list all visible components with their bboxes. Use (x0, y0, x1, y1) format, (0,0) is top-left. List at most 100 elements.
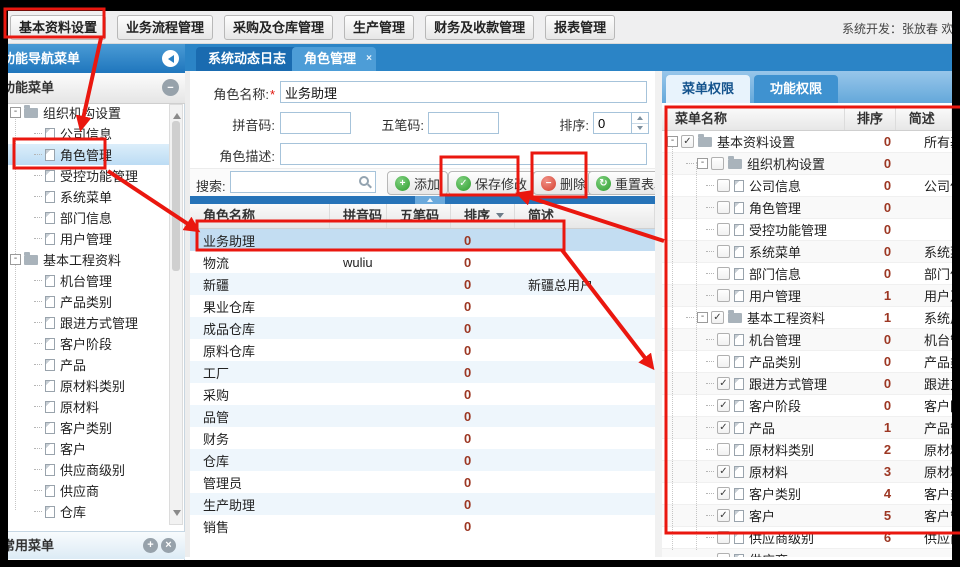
table-row[interactable]: 品管0 (190, 405, 655, 427)
permission-tree-row[interactable]: ✓原材料3原材料 (662, 461, 952, 483)
add-favorite-icon[interactable]: + (143, 538, 158, 553)
permission-tree-row[interactable]: 受控功能管理0 (662, 219, 952, 241)
sidebar-tree-item[interactable]: 部门信息 (8, 207, 169, 228)
vertical-splitter[interactable] (655, 71, 662, 557)
checkbox-unchecked[interactable] (717, 245, 730, 258)
checkbox-unchecked[interactable] (717, 267, 730, 280)
checkbox-checked[interactable]: ✓ (717, 377, 730, 390)
checkbox-checked[interactable]: ✓ (711, 311, 724, 324)
table-row[interactable]: 财务0 (190, 427, 655, 449)
checkbox-unchecked[interactable] (717, 223, 730, 236)
sidebar-tree-item[interactable]: 角色管理 (8, 144, 169, 165)
permission-tree-row[interactable]: 用户管理1用户及 (662, 285, 952, 307)
permission-tree-row[interactable]: 原材料类别2原材料 (662, 439, 952, 461)
close-panel-icon[interactable]: × (161, 538, 176, 553)
sidebar-tree-item[interactable]: 供应商级别 (8, 459, 169, 480)
tab-function-permissions[interactable]: 功能权限 (754, 75, 838, 103)
top-menu-item[interactable]: 业务流程管理 (117, 15, 213, 40)
table-row[interactable]: 新疆0新疆总用户 (190, 273, 655, 295)
tab-menu-permissions[interactable]: 菜单权限 (666, 75, 750, 103)
table-row[interactable]: 销售0 (190, 515, 655, 537)
sidebar-collapse-button[interactable] (162, 50, 179, 67)
permission-tree-row[interactable]: ✓客户阶段0客户阶 (662, 395, 952, 417)
permission-tree-row[interactable]: ✓客户类别4客户类 (662, 483, 952, 505)
column-header[interactable]: 菜单名称 (662, 108, 845, 130)
table-row[interactable]: 仓库0 (190, 449, 655, 471)
sidebar-tree-item[interactable]: 系统菜单 (8, 186, 169, 207)
column-header[interactable]: 角色名称 (190, 204, 330, 228)
search-input[interactable] (230, 171, 376, 193)
table-row[interactable]: 原料仓库0 (190, 339, 655, 361)
tab-system-log[interactable]: 系统动态日志 (196, 47, 298, 71)
checkbox-checked[interactable]: ✓ (681, 135, 694, 148)
permission-tree-row[interactable]: -✓基本工程资料1系统用 (662, 307, 952, 329)
column-header[interactable]: 五笔码 (387, 204, 451, 228)
sidebar-tree-item[interactable]: 产品 (8, 354, 169, 375)
sidebar-tree-item[interactable]: 供应商 (8, 480, 169, 501)
tab-role-management[interactable]: 角色管理 × (292, 47, 376, 71)
collapse-section-icon[interactable]: − (162, 79, 179, 96)
table-row[interactable]: 生产助理0 (190, 493, 655, 515)
checkbox-checked[interactable]: ✓ (717, 465, 730, 478)
sidebar-scrollbar[interactable] (169, 104, 183, 525)
column-header[interactable]: 简述 (515, 204, 655, 228)
sidebar-tree-item[interactable]: 仓库 (8, 501, 169, 522)
checkbox-checked[interactable]: ✓ (717, 421, 730, 434)
table-row[interactable]: 管理员0 (190, 471, 655, 493)
top-menu-item[interactable]: 基本资料设置 (10, 15, 106, 40)
sidebar-bottom-panel[interactable]: 常用菜单 + × (8, 531, 185, 559)
sidebar-tree-item[interactable]: 客户阶段 (8, 333, 169, 354)
checkbox-unchecked[interactable] (717, 443, 730, 456)
table-row[interactable]: 工厂0 (190, 361, 655, 383)
top-menu-item[interactable]: 财务及收款管理 (425, 15, 534, 40)
permission-tree-row[interactable]: 部门信息0部门信 (662, 263, 952, 285)
collapse-expander-icon[interactable]: - (10, 254, 21, 265)
top-menu-item[interactable]: 生产管理 (344, 15, 414, 40)
wubi-field[interactable] (428, 112, 499, 134)
save-button[interactable]: ✓保存修改 (448, 171, 535, 195)
role-name-field[interactable] (280, 81, 647, 103)
scroll-down-icon[interactable] (173, 510, 181, 520)
close-tab-icon[interactable]: × (366, 47, 372, 71)
search-icon[interactable] (358, 175, 372, 189)
column-header[interactable]: 拼音码 (330, 204, 387, 228)
sidebar-tree-item[interactable]: -基本工程资料 (8, 249, 169, 270)
permission-tree-row[interactable]: 公司信息0公司信 (662, 175, 952, 197)
sidebar-tree-item[interactable]: 客户类别 (8, 417, 169, 438)
column-header[interactable]: 简述 (896, 108, 952, 130)
pinyin-field[interactable] (280, 112, 351, 134)
role-desc-field[interactable] (280, 143, 647, 165)
sort-field[interactable] (594, 113, 634, 133)
sidebar-tree-item[interactable]: 受控功能管理 (8, 165, 169, 186)
checkbox-checked[interactable]: ✓ (717, 487, 730, 500)
sidebar-tree-item[interactable]: -组织机构设置 (8, 102, 169, 123)
collapse-expander-icon[interactable]: - (697, 312, 708, 323)
collapse-expander-icon[interactable]: - (697, 158, 708, 169)
delete-button[interactable]: −删除 (533, 171, 594, 195)
checkbox-checked[interactable]: ✓ (717, 399, 730, 412)
permission-tree-row[interactable]: 机台管理0机台管 (662, 329, 952, 351)
sidebar-tree-item[interactable]: 跟进方式管理 (8, 312, 169, 333)
permission-tree-row[interactable]: ✓客户5客户管 (662, 505, 952, 527)
top-menu-item[interactable]: 采购及仓库管理 (224, 15, 333, 40)
sidebar-tree-item[interactable]: 机台管理 (8, 270, 169, 291)
stepper-down-icon[interactable] (632, 123, 648, 133)
add-button[interactable]: +添加 (387, 171, 448, 195)
permission-tree-row[interactable]: 角色管理0 (662, 197, 952, 219)
checkbox-unchecked[interactable] (717, 355, 730, 368)
permission-tree-row[interactable]: 系统菜单0系统菜 (662, 241, 952, 263)
checkbox-unchecked[interactable] (711, 157, 724, 170)
permission-tree-row[interactable]: -组织机构设置0 (662, 153, 952, 175)
sidebar-tree-item[interactable]: 原材料 (8, 396, 169, 417)
horizontal-splitter[interactable] (190, 196, 655, 204)
permission-tree-row[interactable]: 供应商 (662, 549, 952, 557)
permission-tree-row[interactable]: 产品类别0产品类 (662, 351, 952, 373)
top-menu-item[interactable]: 报表管理 (545, 15, 615, 40)
sidebar-section-header[interactable]: 功能菜单 − (8, 73, 185, 104)
permission-tree-row[interactable]: ✓跟进方式管理0跟进方 (662, 373, 952, 395)
sidebar-tree-item[interactable]: 产品类别 (8, 291, 169, 312)
column-header[interactable]: 排序 (451, 204, 515, 228)
checkbox-unchecked[interactable] (717, 201, 730, 214)
table-row[interactable]: 业务助理0 (190, 229, 655, 251)
permission-tree-row[interactable]: -✓基本资料设置0所有基 (662, 131, 952, 153)
